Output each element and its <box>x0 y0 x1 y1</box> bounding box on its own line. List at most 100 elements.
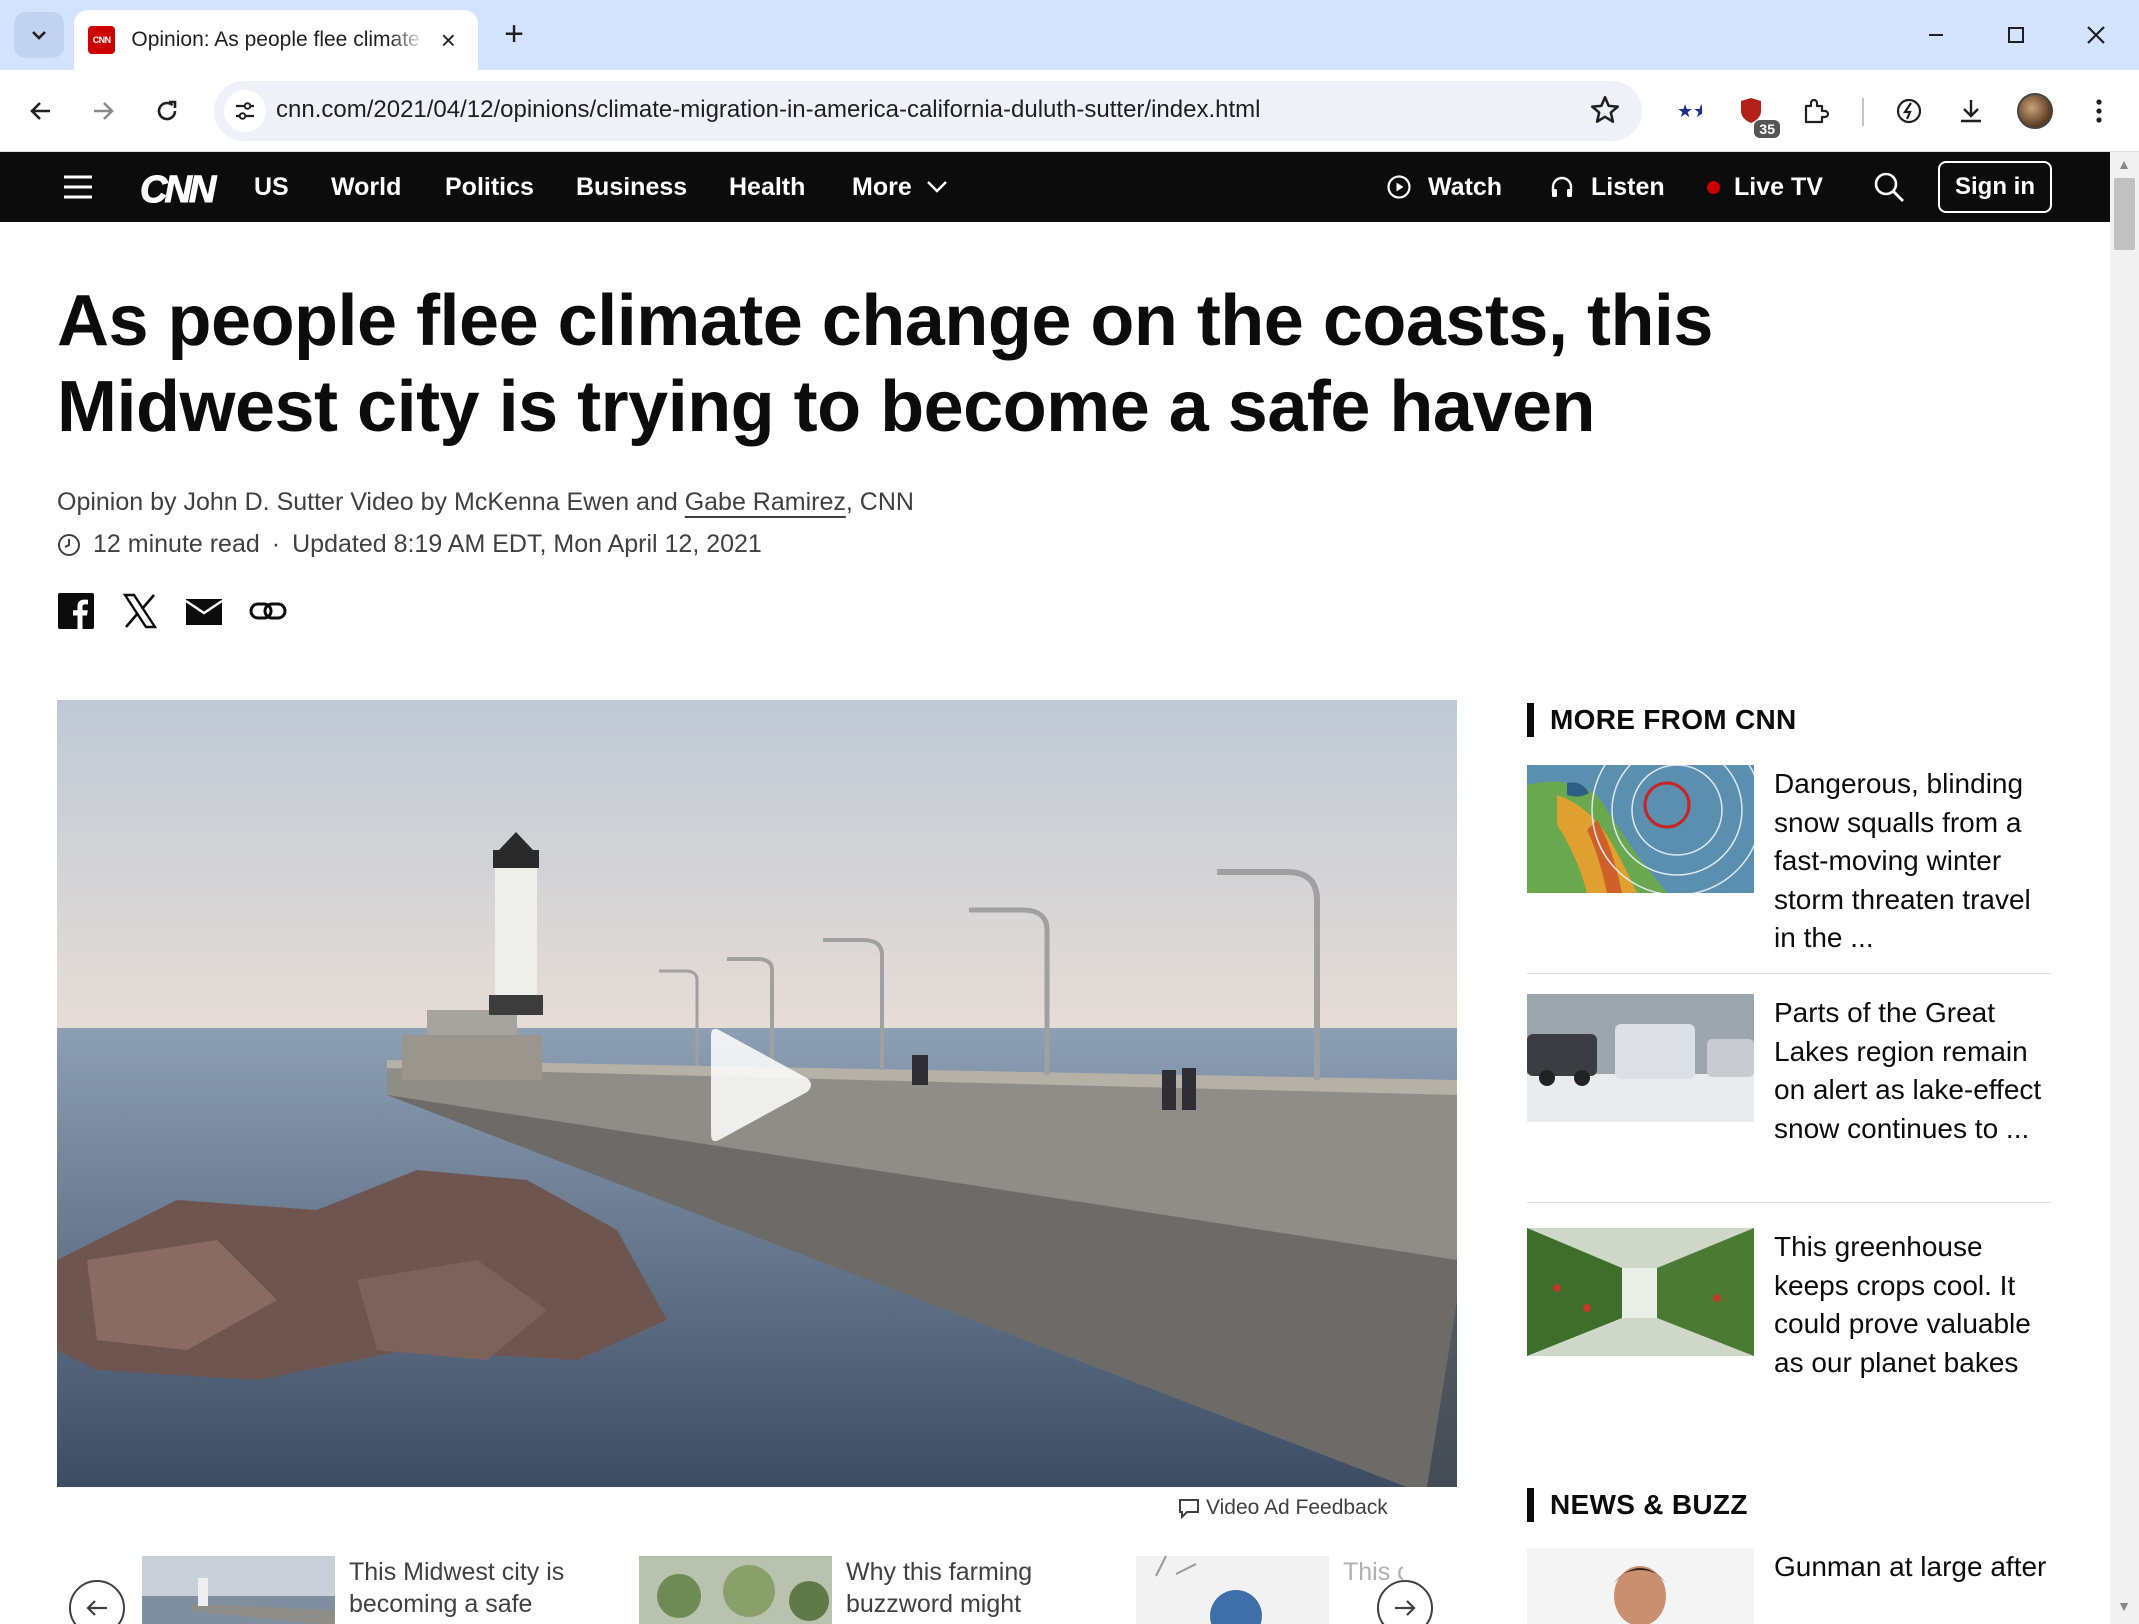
play-circle-icon <box>1387 175 1411 199</box>
nav-item-us[interactable]: US <box>254 152 289 222</box>
scroll-down-arrow-icon[interactable]: ▼ <box>2116 1598 2132 1614</box>
story-headline: This greenhouse keeps crops cool. It cou… <box>1774 1231 2031 1378</box>
nav-item-politics[interactable]: Politics <box>445 152 534 222</box>
live-dot-icon <box>1707 180 1720 194</box>
sidebar-story-card[interactable]: Dangerous, blinding snow squalls from a … <box>1527 765 2051 958</box>
nav-item-business[interactable]: Business <box>576 152 687 222</box>
timestamp-separator: · <box>271 530 281 558</box>
new-tab-button[interactable]: + <box>494 14 534 54</box>
carousel-thumbnail <box>639 1556 832 1624</box>
forward-button[interactable] <box>80 88 126 134</box>
maximize-button[interactable] <box>1988 12 2044 58</box>
heading-accent-bar <box>1527 703 1534 737</box>
browser-menu-icon[interactable] <box>2076 88 2122 134</box>
video-ad-feedback-link[interactable]: Video Ad Feedback <box>1178 1496 1388 1520</box>
tab-title: Opinion: As people flee climate change o… <box>131 28 424 51</box>
performance-icon[interactable] <box>1886 88 1932 134</box>
site-settings-icon[interactable] <box>224 90 266 132</box>
live-tv-link[interactable]: Live TV <box>1707 152 1823 222</box>
video-player[interactable] <box>57 700 1457 1487</box>
updated-time: Updated 8:19 AM EDT, Mon April 12, 2021 <box>292 530 762 558</box>
heading-accent-bar <box>1527 1488 1534 1522</box>
watch-label: Watch <box>1428 172 1503 201</box>
listen-label: Listen <box>1591 172 1665 201</box>
browser-tab-strip: CNN Opinion: As people flee climate chan… <box>0 0 2139 70</box>
watch-link[interactable]: Watch <box>1386 152 1502 222</box>
cnn-favicon-icon: CNN <box>88 26 116 54</box>
sidebar-divider <box>1527 973 2051 974</box>
profile-avatar[interactable] <box>2012 88 2058 134</box>
carousel-item-title: This Midwest city is becoming a safe <box>349 1558 565 1618</box>
story-headline: Gunman at large after <box>1774 1551 2047 1582</box>
read-time: 12 minute read <box>93 530 260 558</box>
carousel-thumbnail <box>142 1556 335 1624</box>
more-from-cnn-label: MORE FROM CNN <box>1550 704 1797 735</box>
nav-item-world[interactable]: World <box>331 152 401 222</box>
minimize-button[interactable] <box>1908 12 1964 58</box>
tab-search-button[interactable] <box>14 12 64 58</box>
address-bar[interactable]: cnn.com/2021/04/12/opinions/climate-migr… <box>214 81 1642 141</box>
scrollbar-thumb[interactable] <box>2114 178 2135 250</box>
article-timestamp: 12 minute read · Updated 8:19 AM EDT, Mo… <box>57 530 762 559</box>
maximize-icon <box>2008 27 2024 43</box>
copy-link-icon[interactable] <box>249 592 287 630</box>
sign-in-button[interactable]: Sign in <box>1938 161 2052 213</box>
close-tab-icon[interactable]: × <box>433 25 464 56</box>
back-button[interactable] <box>18 88 64 134</box>
cnn-navigation-bar: CNN US World Politics Business Health Mo… <box>0 152 2110 222</box>
chevron-down-icon <box>926 181 947 193</box>
feedback-icon <box>1179 1499 1199 1519</box>
reload-button[interactable] <box>144 88 190 134</box>
carousel-item[interactable]: This c… sim… <box>1136 1556 1403 1624</box>
video-play-icon[interactable] <box>707 1020 817 1150</box>
extension-shield-icon[interactable]: 35 <box>1728 88 1780 138</box>
story-headline: Parts of the Great Lakes region remain o… <box>1774 997 2042 1144</box>
search-icon[interactable] <box>1872 152 1906 222</box>
url-text: cnn.com/2021/04/12/opinions/climate-migr… <box>276 96 1261 123</box>
sidebar-story-card[interactable]: This greenhouse keeps crops cool. It cou… <box>1527 1228 2051 1382</box>
download-icon[interactable] <box>1948 88 1994 134</box>
browser-tab-active[interactable]: CNN Opinion: As people flee climate chan… <box>74 10 478 70</box>
scroll-up-arrow-icon[interactable]: ▲ <box>2116 156 2132 172</box>
close-window-button[interactable] <box>2068 12 2124 58</box>
carousel-thumbnail <box>1136 1556 1329 1624</box>
live-tv-label: Live TV <box>1734 172 1823 201</box>
facebook-share-icon[interactable] <box>57 592 95 630</box>
article-byline: Opinion by John D. Sutter Video by McKen… <box>57 488 914 517</box>
nav-item-more[interactable]: More <box>852 152 948 222</box>
headphones-icon <box>1551 176 1573 197</box>
extension-badge: 35 <box>1754 120 1780 138</box>
carousel-item[interactable]: This Midwest city is becoming a safe <box>142 1556 589 1624</box>
sidebar-story-card[interactable]: Parts of the Great Lakes region remain o… <box>1527 994 2051 1148</box>
nav-item-health[interactable]: Health <box>729 152 805 222</box>
browser-toolbar: cnn.com/2021/04/12/opinions/climate-migr… <box>0 70 2139 152</box>
listen-link[interactable]: Listen <box>1549 152 1665 222</box>
story-thumbnail-greenhouse <box>1527 1228 1754 1356</box>
bookmark-star-icon[interactable] <box>1588 93 1622 132</box>
carousel-item[interactable]: Why this farming buzzword might <box>639 1556 1086 1624</box>
carousel-item-title: Why this farming buzzword might <box>846 1558 1033 1618</box>
email-share-icon[interactable] <box>185 592 223 630</box>
hamburger-menu-icon[interactable] <box>62 152 94 222</box>
arrow-right-icon <box>94 102 114 120</box>
nav-more-label: More <box>852 172 912 201</box>
news-and-buzz-heading: NEWS & BUZZ <box>1527 1488 1748 1522</box>
story-thumbnail-weather-map <box>1527 765 1754 893</box>
byline-source: , CNN <box>845 488 914 516</box>
sidebar-divider <box>1527 1202 2051 1203</box>
byline-authors: Opinion by John D. Sutter Video by McKen… <box>57 488 685 516</box>
clock-icon <box>58 533 80 556</box>
video-ad-feedback-label: Video Ad Feedback <box>1206 1496 1388 1519</box>
cnn-logo[interactable]: CNN <box>139 169 216 212</box>
toolbar-divider <box>1862 98 1864 126</box>
sidebar-story-card[interactable]: Gunman at large after <box>1527 1548 2051 1624</box>
page-scrollbar[interactable] <box>2110 152 2139 1624</box>
chevron-down-icon <box>32 31 46 40</box>
story-thumbnail-snow-cars <box>1527 994 1754 1122</box>
x-share-icon[interactable] <box>121 592 159 630</box>
news-and-buzz-label: NEWS & BUZZ <box>1550 1489 1748 1520</box>
extensions-puzzle-icon[interactable] <box>1792 88 1838 134</box>
reload-icon <box>157 100 177 121</box>
extension-stars-icon[interactable]: ★★ <box>1666 88 1712 134</box>
byline-author-link[interactable]: Gabe Ramirez <box>685 488 846 516</box>
